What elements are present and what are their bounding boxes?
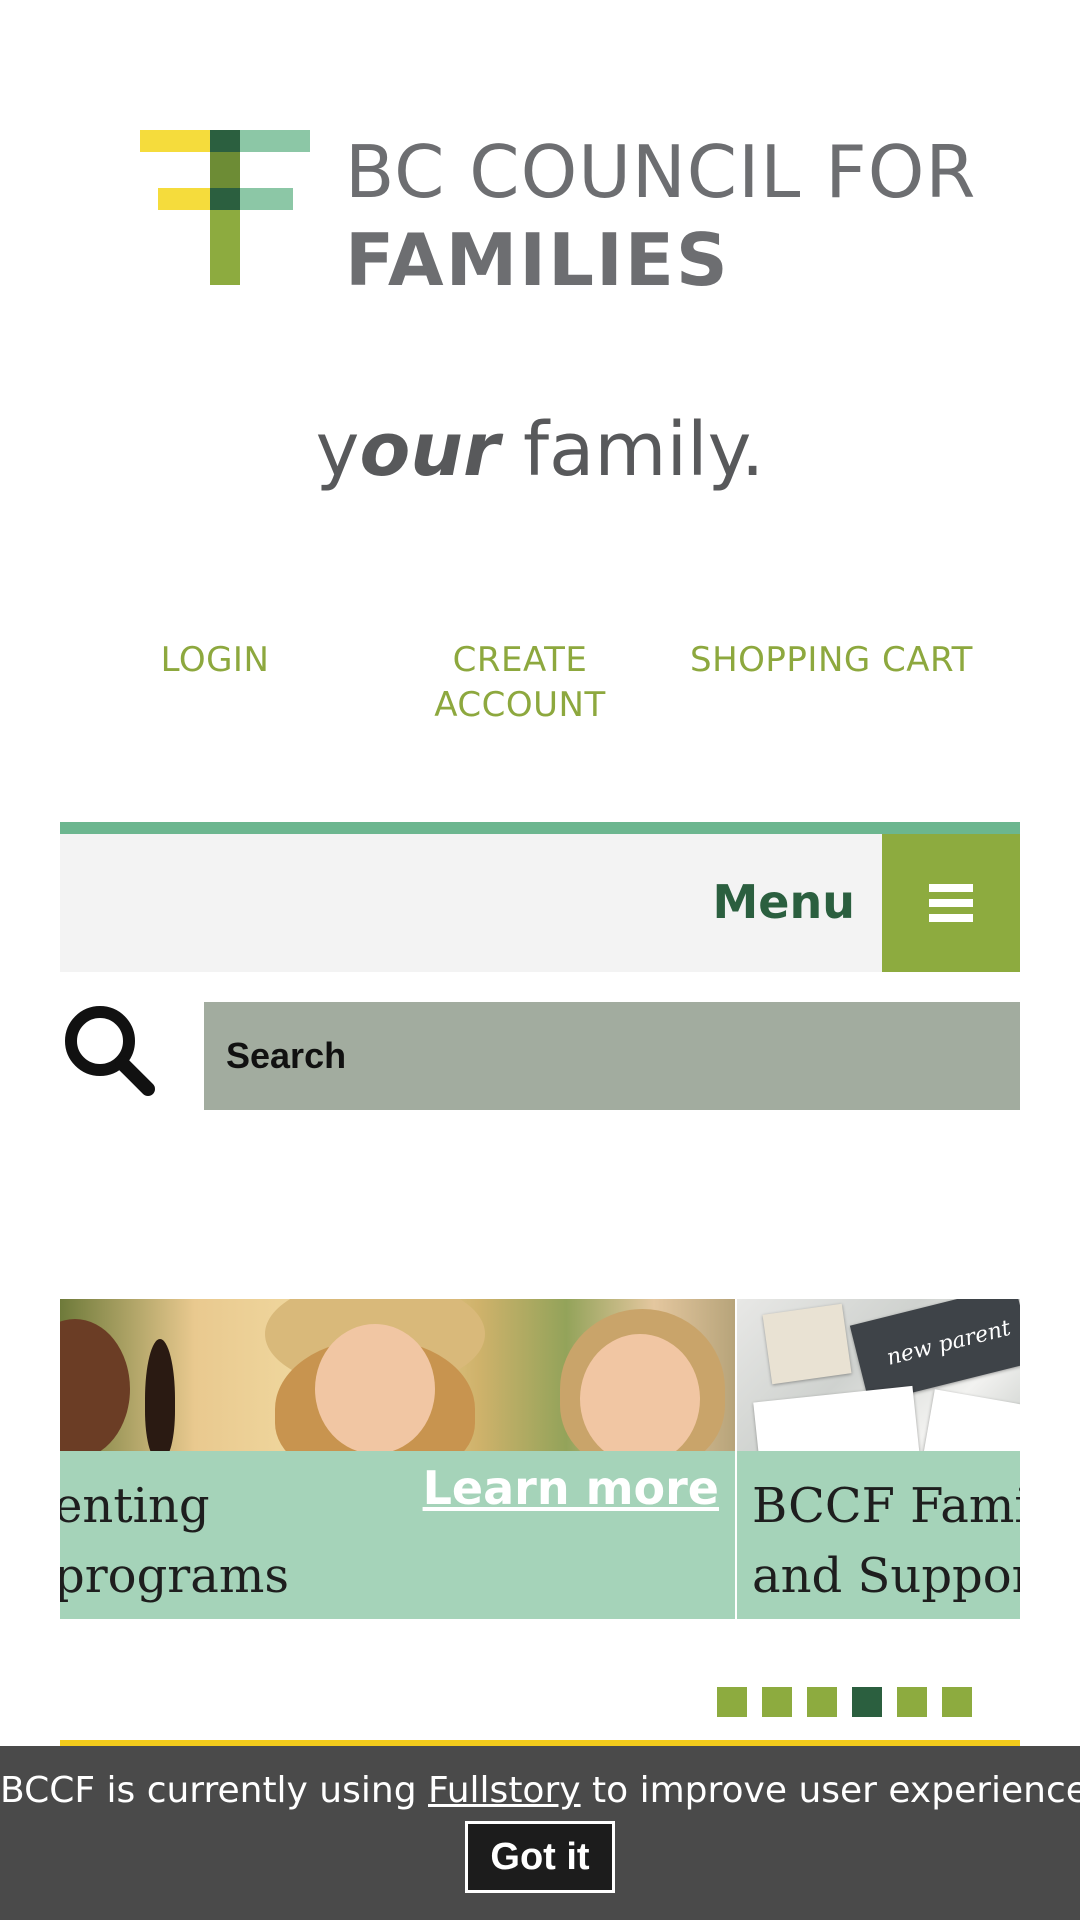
menu-toggle-button[interactable] xyxy=(882,834,1020,972)
bccf-logo-mark-icon xyxy=(140,130,310,285)
shopping-cart-link[interactable]: SHOPPING CART xyxy=(690,638,973,683)
slide-caption: enting programs Learn more xyxy=(60,1451,735,1619)
slide-caption-text: enting programs xyxy=(60,1471,289,1611)
carousel-dot-4[interactable] xyxy=(852,1687,882,1717)
carousel-dot-2[interactable] xyxy=(762,1687,792,1717)
cookie-text-before: BCCF is currently using xyxy=(0,1770,428,1811)
create-account-label-line-1: CREATE xyxy=(452,640,588,680)
carousel-dot-3[interactable] xyxy=(807,1687,837,1717)
carousel-dot-5[interactable] xyxy=(897,1687,927,1717)
search-icon[interactable] xyxy=(62,1003,156,1097)
cookie-banner: BCCF is currently using Fullstory to imp… xyxy=(0,1746,1080,1920)
carousel-slide[interactable]: new parent BCCF Famil and Suppor xyxy=(737,1299,1020,1619)
carousel-slide[interactable]: enting programs Learn more xyxy=(60,1299,735,1619)
cookie-text-after: to improve user experience. xyxy=(580,1770,1080,1811)
logo-text-line-2: FAMILIES xyxy=(345,218,730,302)
menu-top-border xyxy=(60,822,1020,834)
got-it-button[interactable]: Got it xyxy=(465,1821,615,1893)
tagline-part-3: family. xyxy=(499,407,765,493)
hero-carousel[interactable]: enting programs Learn more new parent BCC… xyxy=(60,1299,1020,1619)
main-nav-bar: Menu xyxy=(60,834,1020,972)
slide-caption-line-1: enting xyxy=(60,1478,210,1534)
children-smiling-photo xyxy=(60,1299,735,1479)
tagline-emphasis: our xyxy=(359,407,500,493)
slide-caption-line-1: BCCF Famil xyxy=(752,1478,1020,1534)
search-input[interactable] xyxy=(204,1002,1020,1110)
brochures-photo: new parent xyxy=(737,1299,1020,1489)
slide-caption-text: BCCF Famil and Suppor xyxy=(752,1471,1020,1611)
login-link[interactable]: LOGIN xyxy=(130,638,300,683)
cookie-banner-text: BCCF is currently using Fullstory to imp… xyxy=(0,1766,1080,1816)
slide-caption-line-2: and Suppor xyxy=(752,1548,1020,1604)
create-account-link[interactable]: CREATE ACCOUNT xyxy=(420,638,620,728)
site-logo[interactable]: BC COUNCIL FOR FAMILIES xyxy=(140,130,975,300)
slide-caption-line-2: programs xyxy=(60,1548,290,1604)
carousel-dot-1[interactable] xyxy=(717,1687,747,1717)
slide-caption: BCCF Famil and Suppor xyxy=(737,1451,1020,1619)
carousel-dot-6[interactable] xyxy=(942,1687,972,1717)
tagline: your family. xyxy=(0,405,1080,495)
tagline-part-1: y xyxy=(315,407,360,493)
create-account-label-line-2: ACCOUNT xyxy=(434,685,606,725)
logo-text-line-1: BC COUNCIL FOR xyxy=(345,130,977,214)
login-label: LOGIN xyxy=(160,640,270,680)
menu-label[interactable]: Menu xyxy=(713,872,855,932)
learn-more-link[interactable]: Learn more xyxy=(423,1461,719,1515)
fullstory-link[interactable]: Fullstory xyxy=(428,1770,581,1811)
shopping-cart-label: SHOPPING CART xyxy=(690,640,973,680)
